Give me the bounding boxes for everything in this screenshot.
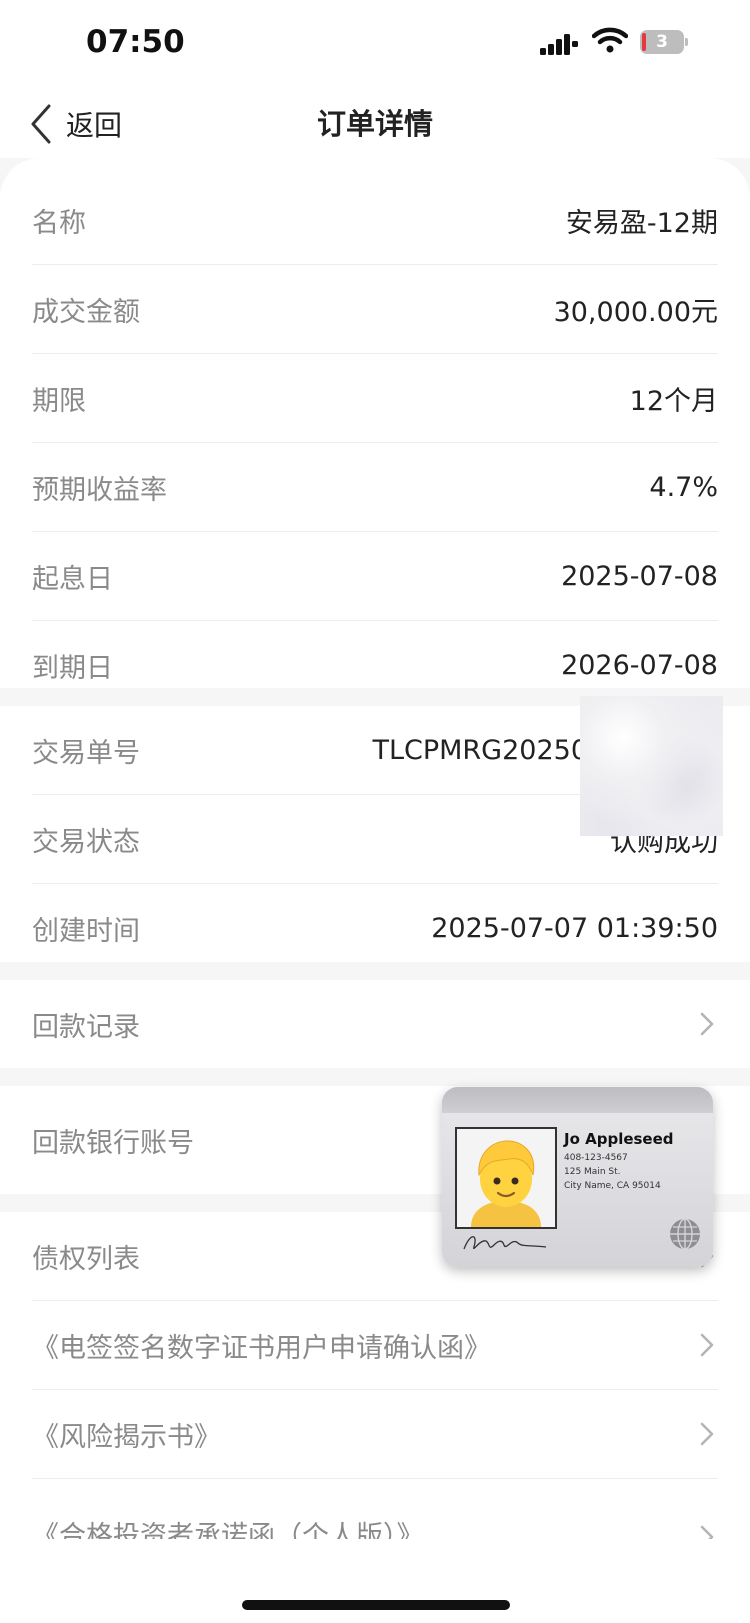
info-row-amount: 成交金额 30,000.00元 bbox=[32, 265, 718, 354]
info-row-yield: 预期收益率 4.7% bbox=[32, 443, 718, 532]
info-row-name: 名称 安易盈-12期 bbox=[32, 176, 718, 265]
row-label: 《电签签名数字证书用户申请确认函》 bbox=[32, 1332, 491, 1364]
chevron-left-icon bbox=[31, 104, 51, 144]
row-value: 4.7% bbox=[649, 471, 718, 503]
repayment-record-link[interactable]: 回款记录 bbox=[32, 980, 718, 1068]
investor-commitment-link[interactable]: 《合格投资者承诺函（个人版）》 bbox=[32, 1479, 718, 1539]
repayment-record-card: 回款记录 bbox=[0, 980, 750, 1068]
row-label: 《风险揭示书》 bbox=[32, 1421, 221, 1453]
contact-street: 125 Main St. bbox=[564, 1167, 621, 1177]
row-label: 名称 bbox=[32, 207, 86, 239]
row-label: 创建时间 bbox=[32, 915, 140, 947]
certificate-confirmation-link[interactable]: 《电签签名数字证书用户申请确认函》 bbox=[32, 1301, 718, 1390]
row-label: 交易状态 bbox=[32, 826, 140, 858]
battery-level-text: 3 bbox=[656, 32, 668, 52]
order-detail-content: 名称 安易盈-12期 成交金额 30,000.00元 期限 12个月 预期收益率… bbox=[0, 158, 750, 1623]
product-info-card: 名称 安易盈-12期 成交金额 30,000.00元 期限 12个月 预期收益率… bbox=[0, 158, 750, 688]
row-value: TLCPMRG20250 bbox=[372, 734, 588, 766]
contact-name: Jo Appleseed bbox=[564, 1130, 674, 1148]
row-label: 起息日 bbox=[32, 563, 113, 595]
back-label: 返回 bbox=[66, 109, 123, 142]
globe-icon bbox=[670, 1218, 700, 1250]
contact-city: City Name, CA 95014 bbox=[564, 1181, 661, 1191]
home-indicator bbox=[242, 1600, 510, 1610]
documents-card: 债权列表 《电签签名数字证书用户申请确认函》 《风险揭示书》 《合格投资者承诺函… bbox=[0, 1212, 750, 1623]
risk-disclosure-link[interactable]: 《风险揭示书》 bbox=[32, 1390, 718, 1479]
row-label: 债权列表 bbox=[32, 1243, 140, 1275]
row-label: 成交金额 bbox=[32, 296, 140, 328]
contact-card-overlay[interactable]: Jo Appleseed 408-123-4567 125 Main St. C… bbox=[442, 1087, 713, 1267]
contact-photo bbox=[455, 1127, 557, 1229]
chevron-right-icon bbox=[700, 1422, 714, 1446]
navigation-bar: 订单详情 返回 bbox=[0, 88, 750, 160]
wifi-icon bbox=[592, 27, 628, 53]
status-time: 07:50 bbox=[86, 24, 185, 60]
row-label: 期限 bbox=[32, 385, 86, 417]
battery-icon: 3 bbox=[640, 30, 688, 54]
row-label: 到期日 bbox=[32, 652, 113, 684]
info-row-term: 期限 12个月 bbox=[32, 354, 718, 443]
chevron-right-icon bbox=[700, 1525, 714, 1539]
row-value: 12个月 bbox=[629, 385, 718, 417]
row-label: 回款记录 bbox=[32, 1011, 140, 1043]
person-emoji-icon bbox=[471, 1140, 541, 1227]
chevron-right-icon bbox=[700, 1333, 714, 1357]
signature-graphic bbox=[463, 1236, 547, 1250]
contact-phone: 408-123-4567 bbox=[564, 1153, 628, 1163]
row-value: 30,000.00元 bbox=[553, 296, 718, 328]
cellular-signal-icon bbox=[540, 34, 578, 55]
back-button[interactable]: 返回 bbox=[30, 88, 122, 160]
row-value: 2025-07-07 01:39:50 bbox=[431, 912, 718, 944]
row-label: 回款银行账号 bbox=[32, 1127, 194, 1159]
redaction-blur bbox=[580, 696, 723, 836]
info-row-created-time: 创建时间 2025-07-07 01:39:50 bbox=[32, 884, 718, 972]
row-value: 安易盈-12期 bbox=[565, 207, 718, 239]
info-row-start-date: 起息日 2025-07-08 bbox=[32, 532, 718, 621]
row-label: 交易单号 bbox=[32, 737, 140, 769]
row-label: 《合格投资者承诺函（个人版）》 bbox=[32, 1521, 424, 1539]
chevron-right-icon bbox=[700, 1012, 714, 1036]
row-label: 预期收益率 bbox=[32, 474, 167, 506]
row-value: 2026-07-08 bbox=[561, 649, 718, 681]
row-value: 2025-07-08 bbox=[561, 560, 718, 592]
status-bar: 07:50 3 bbox=[0, 0, 750, 88]
